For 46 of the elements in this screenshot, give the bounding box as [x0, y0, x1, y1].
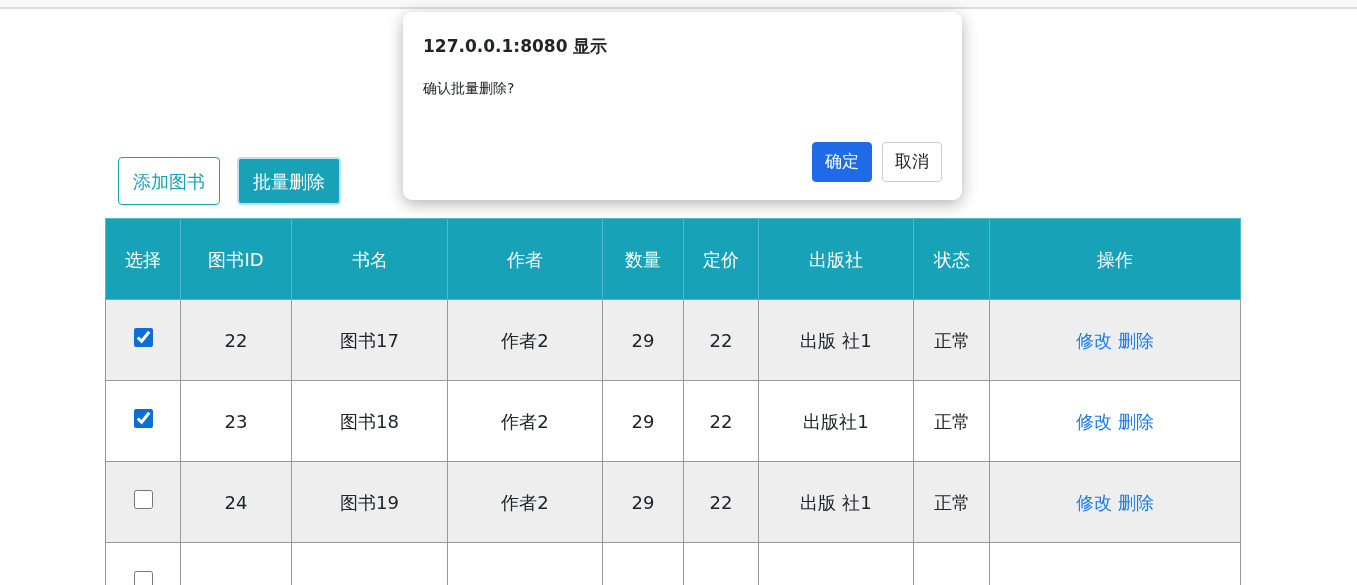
- table-cell: 正常: [913, 461, 990, 543]
- table-cell: 作者2: [447, 380, 603, 462]
- column-header: 选择: [105, 218, 181, 300]
- table-cell: 图书18: [291, 380, 448, 462]
- table-cell: 作者2: [447, 299, 603, 381]
- cancel-button[interactable]: 取消: [882, 142, 942, 182]
- column-header: 定价: [683, 218, 759, 300]
- row-checkbox[interactable]: [133, 408, 153, 428]
- table-cell: 29: [602, 380, 684, 462]
- edit-link[interactable]: 修改: [1076, 491, 1113, 513]
- confirm-button[interactable]: 确定: [812, 142, 872, 182]
- edit-link[interactable]: 修改: [1076, 410, 1113, 432]
- table-cell: 出版 社1: [758, 461, 914, 543]
- row-checkbox[interactable]: [133, 327, 153, 347]
- table-cell: 正常: [913, 380, 990, 462]
- column-header: 操作: [989, 218, 1241, 300]
- table-cell: 24: [180, 461, 292, 543]
- column-header: 数量: [602, 218, 684, 300]
- table-cell: 22: [683, 461, 759, 543]
- column-header: 图书ID: [180, 218, 292, 300]
- batch-delete-button[interactable]: 批量删除: [237, 157, 341, 205]
- table-cell: 22: [683, 299, 759, 381]
- table-cell: 23: [180, 380, 292, 462]
- table-cell: 29: [602, 299, 684, 381]
- table-cell: 22: [683, 380, 759, 462]
- column-header: 出版社: [758, 218, 914, 300]
- table-cell: 出版社1: [758, 380, 914, 462]
- delete-link[interactable]: 删除: [1117, 410, 1154, 432]
- table-cell: 22: [180, 299, 292, 381]
- table-cell: 正常: [913, 299, 990, 381]
- table-cell: 图书19: [291, 461, 448, 543]
- table-cell: 出版 社1: [758, 299, 914, 381]
- row-checkbox[interactable]: [133, 570, 153, 585]
- column-header: 作者: [447, 218, 603, 300]
- dialog-title: 127.0.0.1:8080 显示: [423, 35, 609, 58]
- edit-link[interactable]: 修改: [1076, 329, 1113, 351]
- delete-link[interactable]: 删除: [1117, 491, 1154, 513]
- column-header: 状态: [913, 218, 990, 300]
- table-cell: 图书17: [291, 299, 448, 381]
- table-cell: 作者2: [447, 461, 603, 543]
- column-header: 书名: [291, 218, 448, 300]
- row-checkbox[interactable]: [133, 489, 153, 509]
- table-cell: 29: [602, 461, 684, 543]
- delete-link[interactable]: 删除: [1117, 329, 1154, 351]
- add-book-button[interactable]: 添加图书: [118, 157, 220, 205]
- dialog-message: 确认批量删除?: [423, 78, 516, 98]
